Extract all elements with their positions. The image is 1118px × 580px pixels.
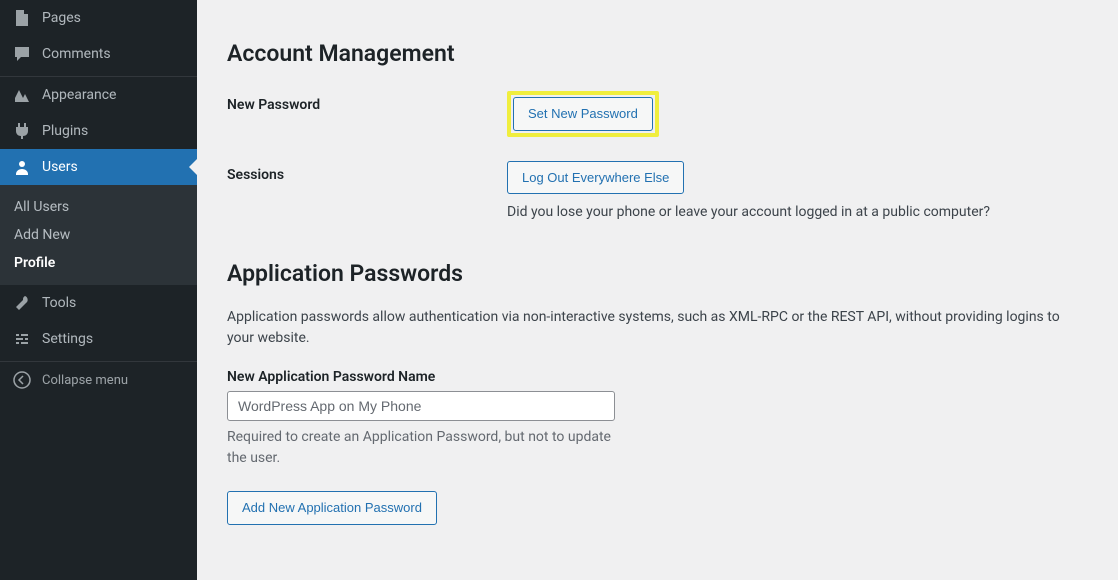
sessions-field: Log Out Everywhere Else Did you lose you… [507,161,1088,221]
sidebar-item-label: Settings [42,331,93,347]
tools-icon [12,293,32,313]
sidebar-item-comments[interactable]: Comments [0,36,197,72]
collapse-menu[interactable]: Collapse menu [0,362,197,398]
new-password-field: Set New Password [507,91,1088,137]
logout-everywhere-button[interactable]: Log Out Everywhere Else [507,161,684,195]
collapse-icon [12,370,32,390]
sessions-description: Did you lose your phone or leave your ac… [507,204,1088,220]
sidebar-item-pages[interactable]: Pages [0,0,197,36]
settings-icon [12,329,32,349]
appearance-icon [12,85,32,105]
comments-icon [12,44,32,64]
sidebar-item-label: Appearance [42,87,116,103]
sidebar-item-label: Comments [42,46,111,62]
submenu-add-new[interactable]: Add New [0,221,197,249]
users-icon [12,157,32,177]
sidebar-item-tools[interactable]: Tools [0,285,197,321]
row-new-password: New Password Set New Password [227,91,1088,137]
sidebar-item-settings[interactable]: Settings [0,321,197,357]
submenu-all-users[interactable]: All Users [0,193,197,221]
sidebar-item-label: Tools [42,295,76,311]
plugins-icon [12,121,32,141]
app-password-name-label: New Application Password Name [227,369,1088,385]
set-new-password-button[interactable]: Set New Password [513,97,653,131]
account-management-heading: Account Management [227,40,1088,67]
application-passwords-heading: Application Passwords [227,260,1088,287]
collapse-label: Collapse menu [42,373,128,388]
sidebar-item-label: Plugins [42,123,88,139]
sidebar-item-plugins[interactable]: Plugins [0,113,197,149]
sidebar-item-users[interactable]: Users [0,149,197,185]
highlight-box: Set New Password [507,91,659,137]
new-password-label: New Password [227,91,507,113]
admin-sidebar: Pages Comments Appearance Plugins Users … [0,0,197,580]
application-passwords-description: Application passwords allow authenticati… [227,307,1088,349]
row-sessions: Sessions Log Out Everywhere Else Did you… [227,161,1088,221]
submenu-profile[interactable]: Profile [0,249,197,277]
add-application-password-button[interactable]: Add New Application Password [227,491,437,525]
sidebar-item-appearance[interactable]: Appearance [0,77,197,113]
sessions-label: Sessions [227,161,507,183]
app-password-name-help: Required to create an Application Passwo… [227,427,615,469]
main-content: Account Management New Password Set New … [197,0,1118,580]
users-submenu: All Users Add New Profile [0,185,197,285]
sidebar-item-label: Users [42,159,78,175]
pages-icon [12,8,32,28]
sidebar-item-label: Pages [42,10,81,26]
app-password-name-input[interactable] [227,391,615,421]
